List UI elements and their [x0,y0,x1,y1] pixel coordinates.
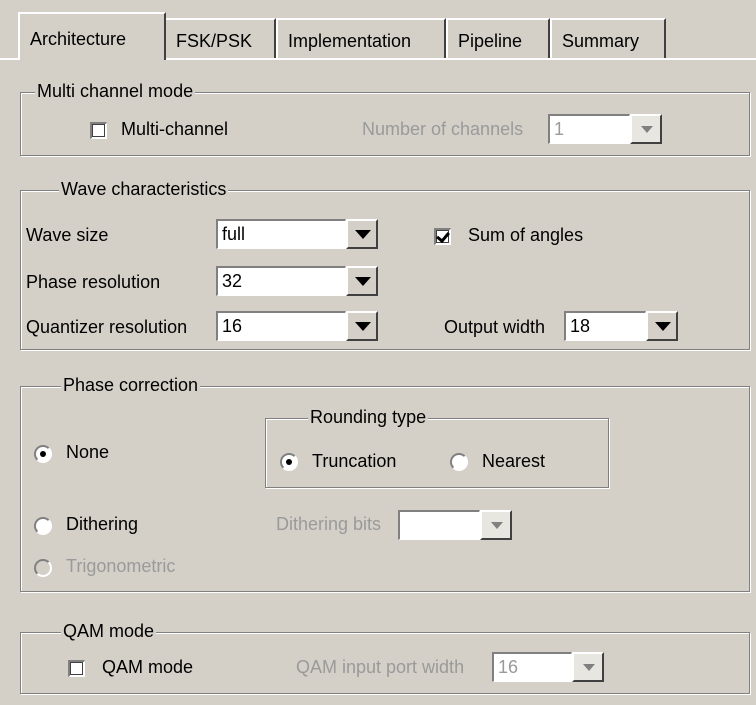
quantizer-resolution-select[interactable]: 16 [216,311,346,341]
dithering-label: Dithering [66,514,139,534]
dialog-panel: Architecture FSK/PSK Implementation Pipe… [0,0,756,705]
number-of-channels-field: 1 [548,114,630,144]
wave-size-select[interactable]: full [216,219,346,249]
output-width-select[interactable]: 18 [564,311,646,341]
nearest-radio[interactable] [450,453,468,471]
multi-channel-checkbox[interactable] [90,122,107,139]
quantizer-resolution-dropdown-icon[interactable] [346,311,378,341]
sum-of-angles-label: Sum of angles [468,225,584,245]
dithering-radio[interactable] [34,517,52,535]
truncation-radio[interactable] [280,453,298,471]
qam-port-width-label: QAM input port width [296,657,465,677]
multi-channel-title: Multi channel mode [35,81,196,102]
truncation-label: Truncation [312,451,397,471]
none-radio[interactable] [34,445,52,463]
phase-resolution-dropdown-icon[interactable] [346,266,378,296]
phase-resolution-select[interactable]: 32 [216,266,346,296]
dithering-bits-dropdown-icon [480,510,512,540]
tab-pipeline[interactable]: Pipeline [446,18,550,58]
tab-fsk-psk[interactable]: FSK/PSK [164,18,276,58]
wave-characteristics-title: Wave characteristics [59,179,229,200]
qam-port-width-field: 16 [492,652,572,682]
qam-mode-label: QAM mode [102,657,194,677]
none-label: None [66,442,110,462]
dithering-bits-label: Dithering bits [276,514,382,534]
sum-of-angles-checkbox[interactable] [434,228,451,245]
tab-architecture[interactable]: Architecture [18,12,166,60]
number-of-channels-dropdown-icon [630,114,662,144]
qam-mode-title: QAM mode [61,621,157,642]
qam-mode-checkbox[interactable] [68,660,85,677]
multi-channel-label: Multi-channel [121,119,229,139]
number-of-channels-label: Number of channels [362,119,524,139]
tab-summary[interactable]: Summary [550,18,666,58]
rounding-type-title: Rounding type [308,407,429,428]
qam-port-width-dropdown-icon [572,652,604,682]
trigonometric-radio [34,559,52,577]
wave-size-label: Wave size [26,225,109,245]
nearest-label: Nearest [482,451,546,471]
tab-implementation[interactable]: Implementation [276,18,446,58]
output-width-label: Output width [444,317,546,337]
dithering-bits-field [398,510,480,540]
output-width-dropdown-icon[interactable] [646,311,678,341]
phase-resolution-label: Phase resolution [26,272,161,292]
wave-size-dropdown-icon[interactable] [346,219,378,249]
quantizer-resolution-label: Quantizer resolution [26,317,188,337]
trigonometric-label: Trigonometric [66,556,176,576]
phase-correction-title: Phase correction [61,375,201,396]
